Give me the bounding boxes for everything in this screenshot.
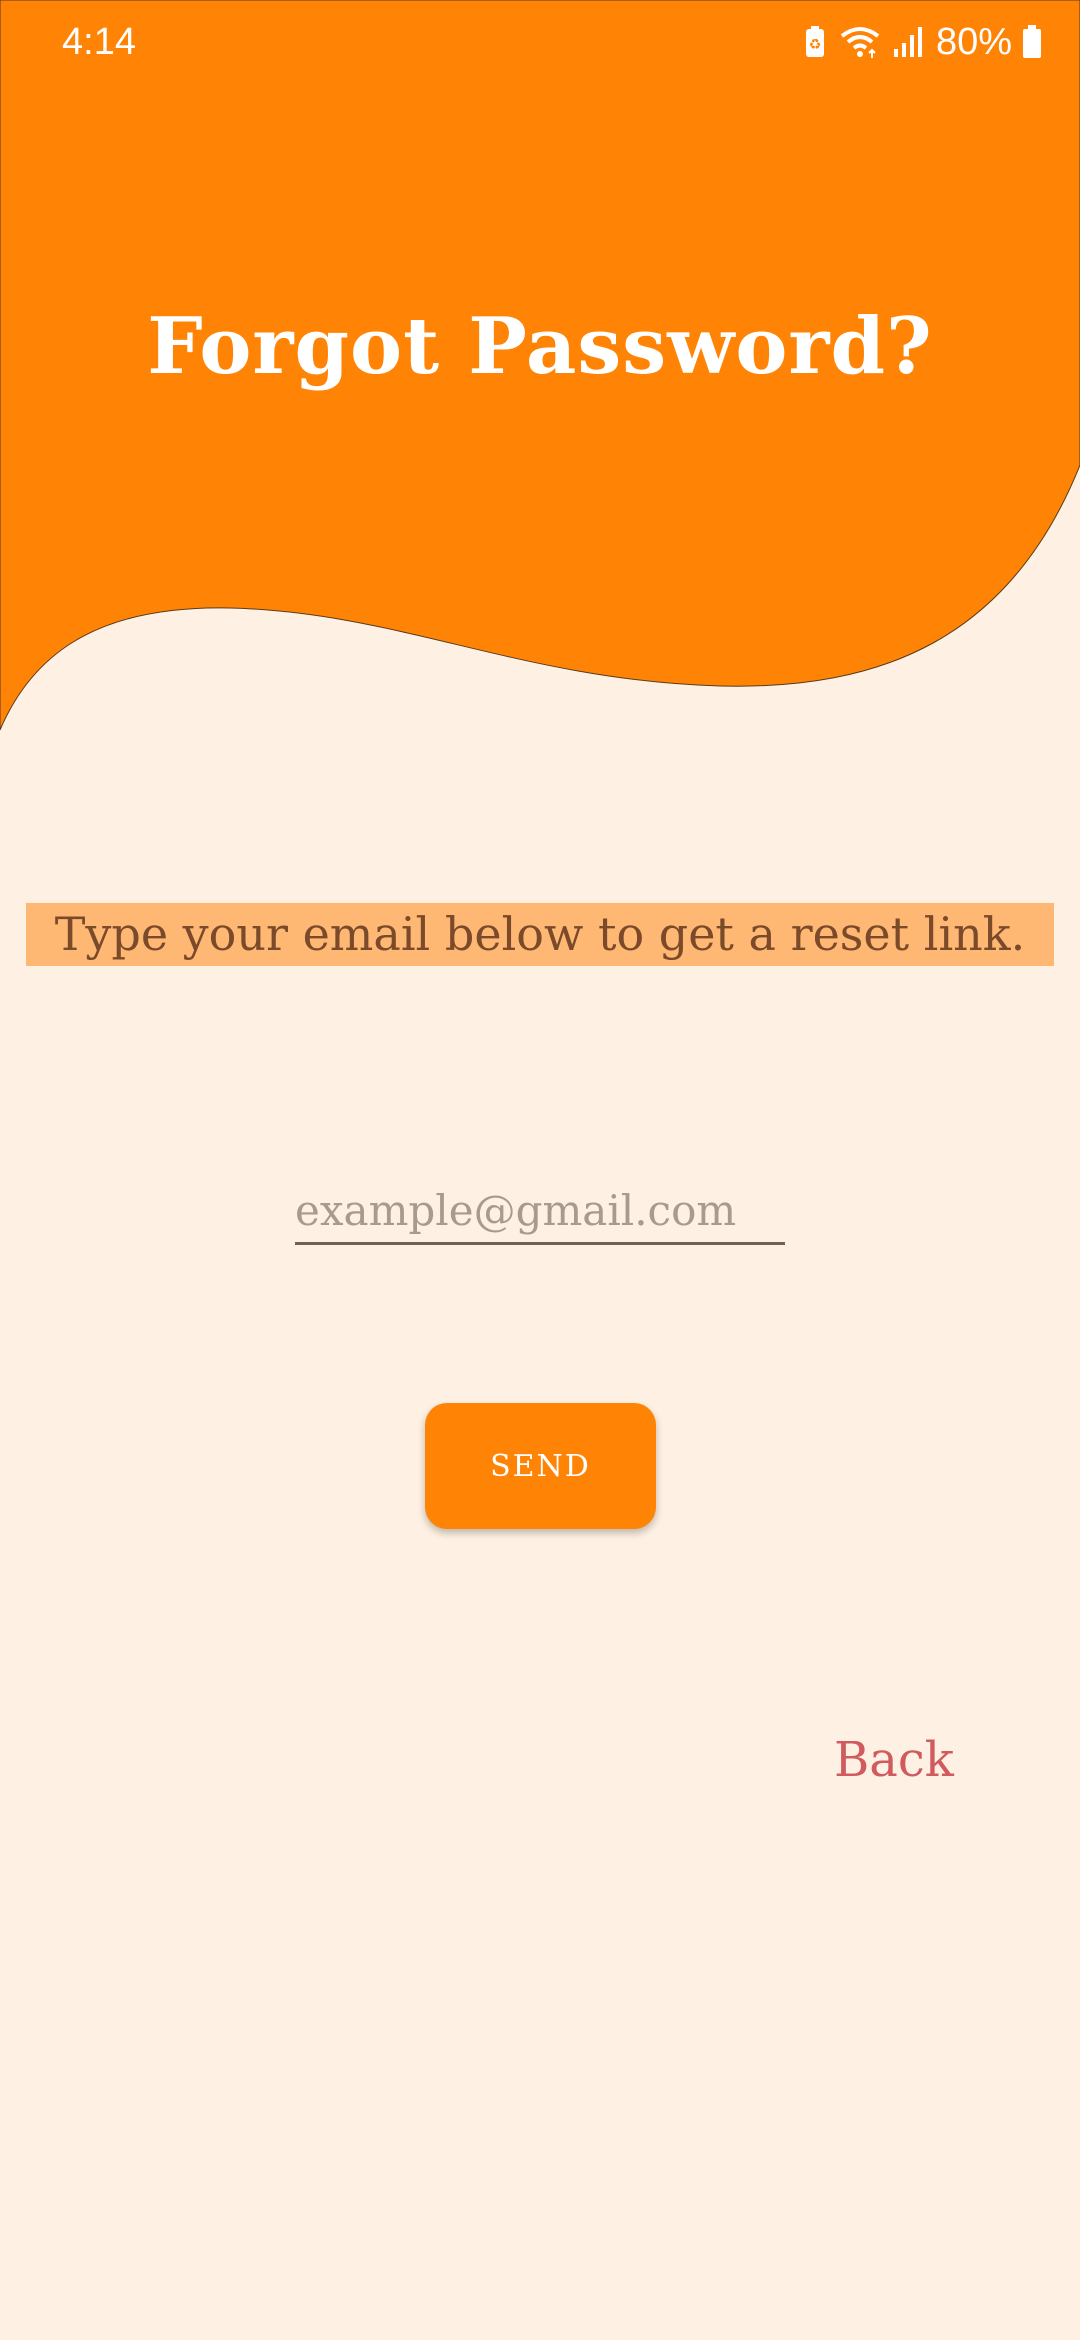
status-icons: ♻ 80% [802,18,1042,66]
battery-percent: 80% [935,21,1012,63]
battery-icon [1022,25,1042,59]
battery-saver-icon: ♻ [802,25,828,59]
status-bar: 4:14 ♻ 80% [0,0,1080,84]
send-button[interactable]: SEND [425,1403,656,1529]
page-title: Forgot Password? [147,301,933,392]
svg-text:♻: ♻ [809,37,822,53]
instruction-text: Type your email below to get a reset lin… [26,903,1054,966]
status-time: 4:14 [62,21,136,63]
back-link[interactable]: Back [834,1728,954,1792]
signal-icon [892,25,926,59]
wifi-icon [838,24,882,60]
email-field[interactable] [295,1178,785,1245]
